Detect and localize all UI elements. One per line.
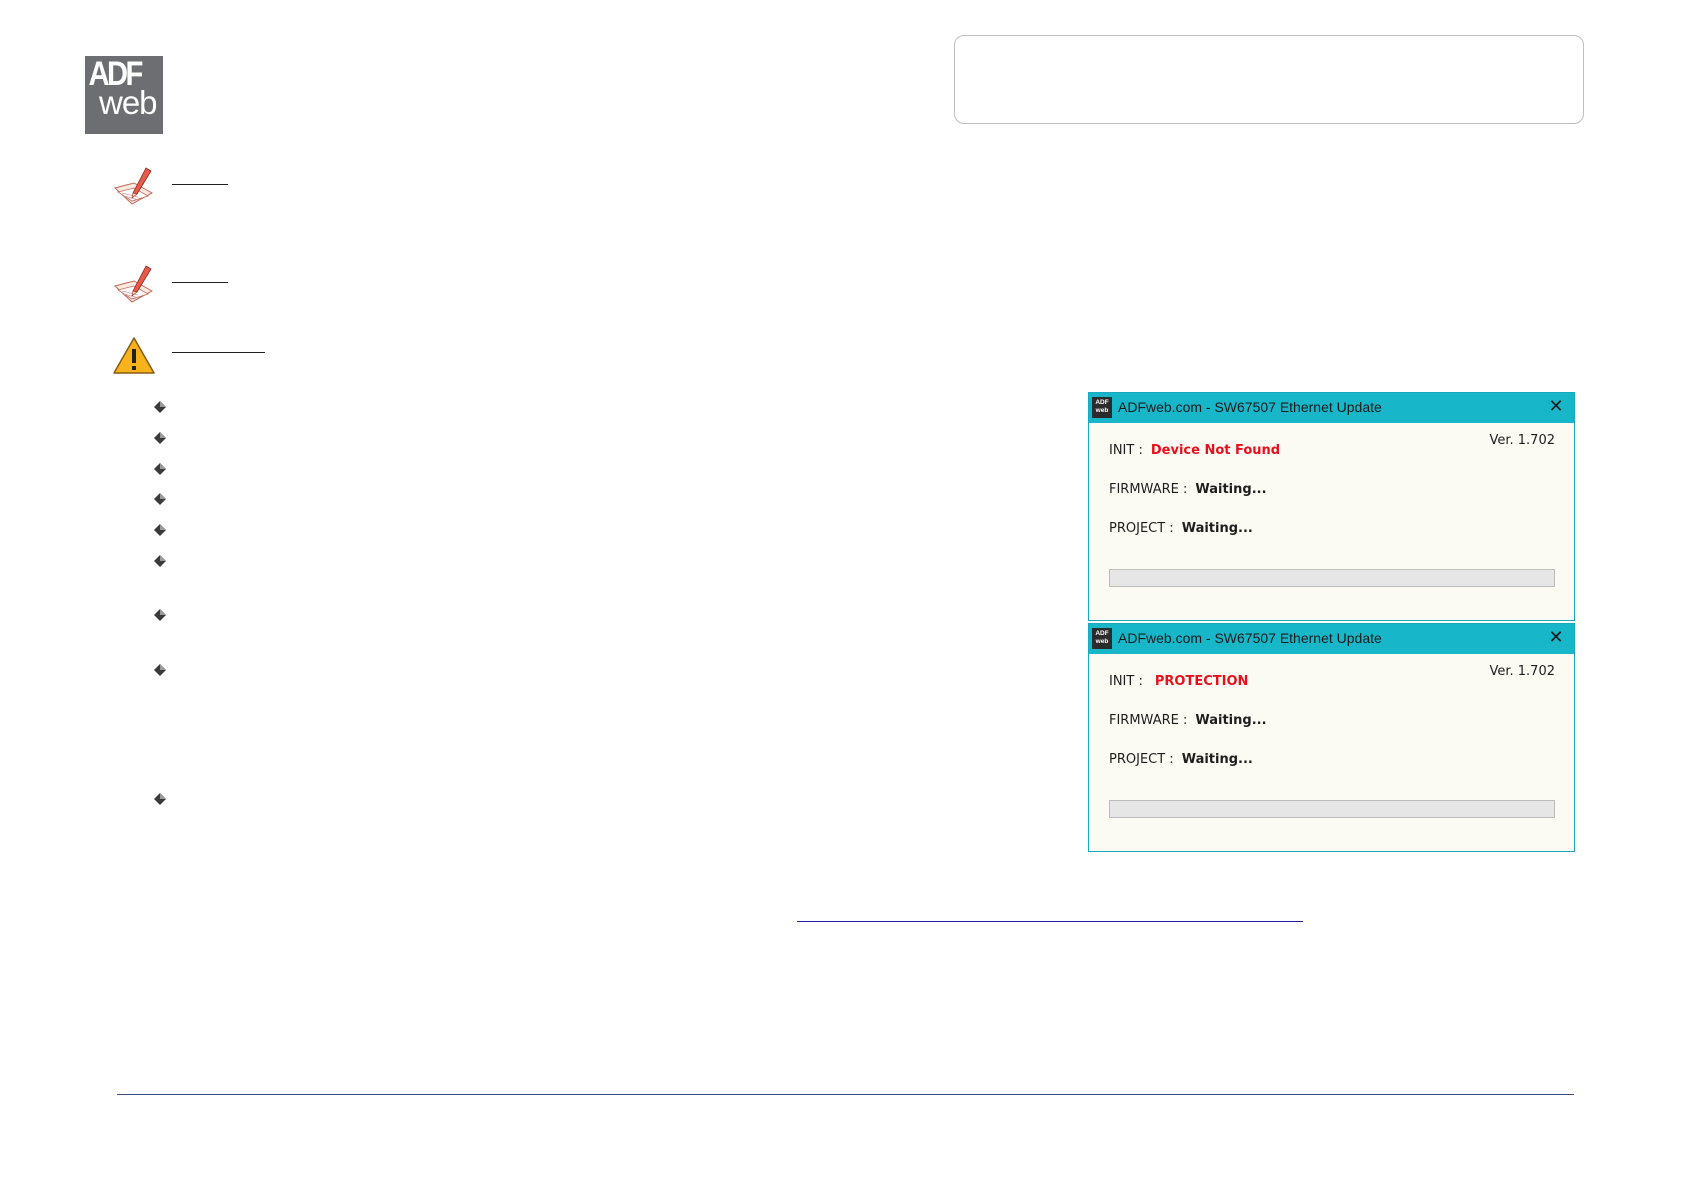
footer-divider [117,1094,1574,1095]
pencil-note-icon [112,264,156,306]
project-status: Waiting... [1181,521,1253,536]
adfweb-app-icon: ADF web [1092,397,1112,418]
init-label: INIT : [1109,443,1143,458]
dialog-titlebar[interactable]: ADF web ADFweb.com - SW67507 Ethernet Up… [1089,624,1574,654]
dialog-titlebar[interactable]: ADF web ADFweb.com - SW67507 Ethernet Up… [1089,393,1574,423]
dialog-title: ADFweb.com - SW67507 Ethernet Update [1118,630,1382,646]
document-header-box [954,35,1584,124]
warning-triangle-icon [112,336,156,376]
bullet-icon [153,553,167,567]
progress-bar [1109,569,1555,587]
project-status: Waiting... [1181,752,1253,767]
bullet-icon [153,430,167,444]
project-row: PROJECT : Waiting... [1109,752,1253,767]
firmware-status: Waiting... [1195,713,1267,728]
bullet-icon [153,461,167,475]
adfweb-logo: ADF web [85,56,163,134]
bullet-icon [153,491,167,505]
close-icon[interactable]: ✕ [1546,628,1566,648]
init-label: INIT : [1109,674,1143,689]
dialog-title: ADFweb.com - SW67507 Ethernet Update [1118,399,1382,415]
update-dialog-protection: ADF web ADFweb.com - SW67507 Ethernet Up… [1088,623,1575,852]
adfweb-app-icon: ADF web [1092,628,1112,649]
bullet-icon [153,662,167,676]
project-label: PROJECT : [1109,752,1174,767]
version-label: Ver. 1.702 [1489,433,1555,448]
firmware-label: FIRMWARE : [1109,482,1188,497]
firmware-row: FIRMWARE : Waiting... [1109,482,1267,497]
pencil-note-icon [112,166,156,208]
logo-text-web: web [99,84,158,121]
hyperlink-underline[interactable] [797,921,1303,922]
firmware-row: FIRMWARE : Waiting... [1109,713,1267,728]
project-label: PROJECT : [1109,521,1174,536]
progress-bar [1109,800,1555,818]
bullet-icon [153,791,167,805]
version-label: Ver. 1.702 [1489,664,1555,679]
firmware-label: FIRMWARE : [1109,713,1188,728]
update-dialog-device-not-found: ADF web ADFweb.com - SW67507 Ethernet Up… [1088,392,1575,621]
init-row: INIT : PROTECTION [1109,674,1248,689]
init-status: PROTECTION [1154,674,1249,689]
init-status: Device Not Found [1150,443,1281,458]
note-heading-underline [172,184,228,185]
bullet-icon [153,522,167,536]
bullet-icon [153,399,167,413]
project-row: PROJECT : Waiting... [1109,521,1253,536]
close-icon[interactable]: ✕ [1546,397,1566,417]
note-heading-underline [172,282,228,283]
firmware-status: Waiting... [1195,482,1267,497]
warning-heading-underline [172,352,265,353]
bullet-icon [153,607,167,621]
init-row: INIT : Device Not Found [1109,443,1280,458]
